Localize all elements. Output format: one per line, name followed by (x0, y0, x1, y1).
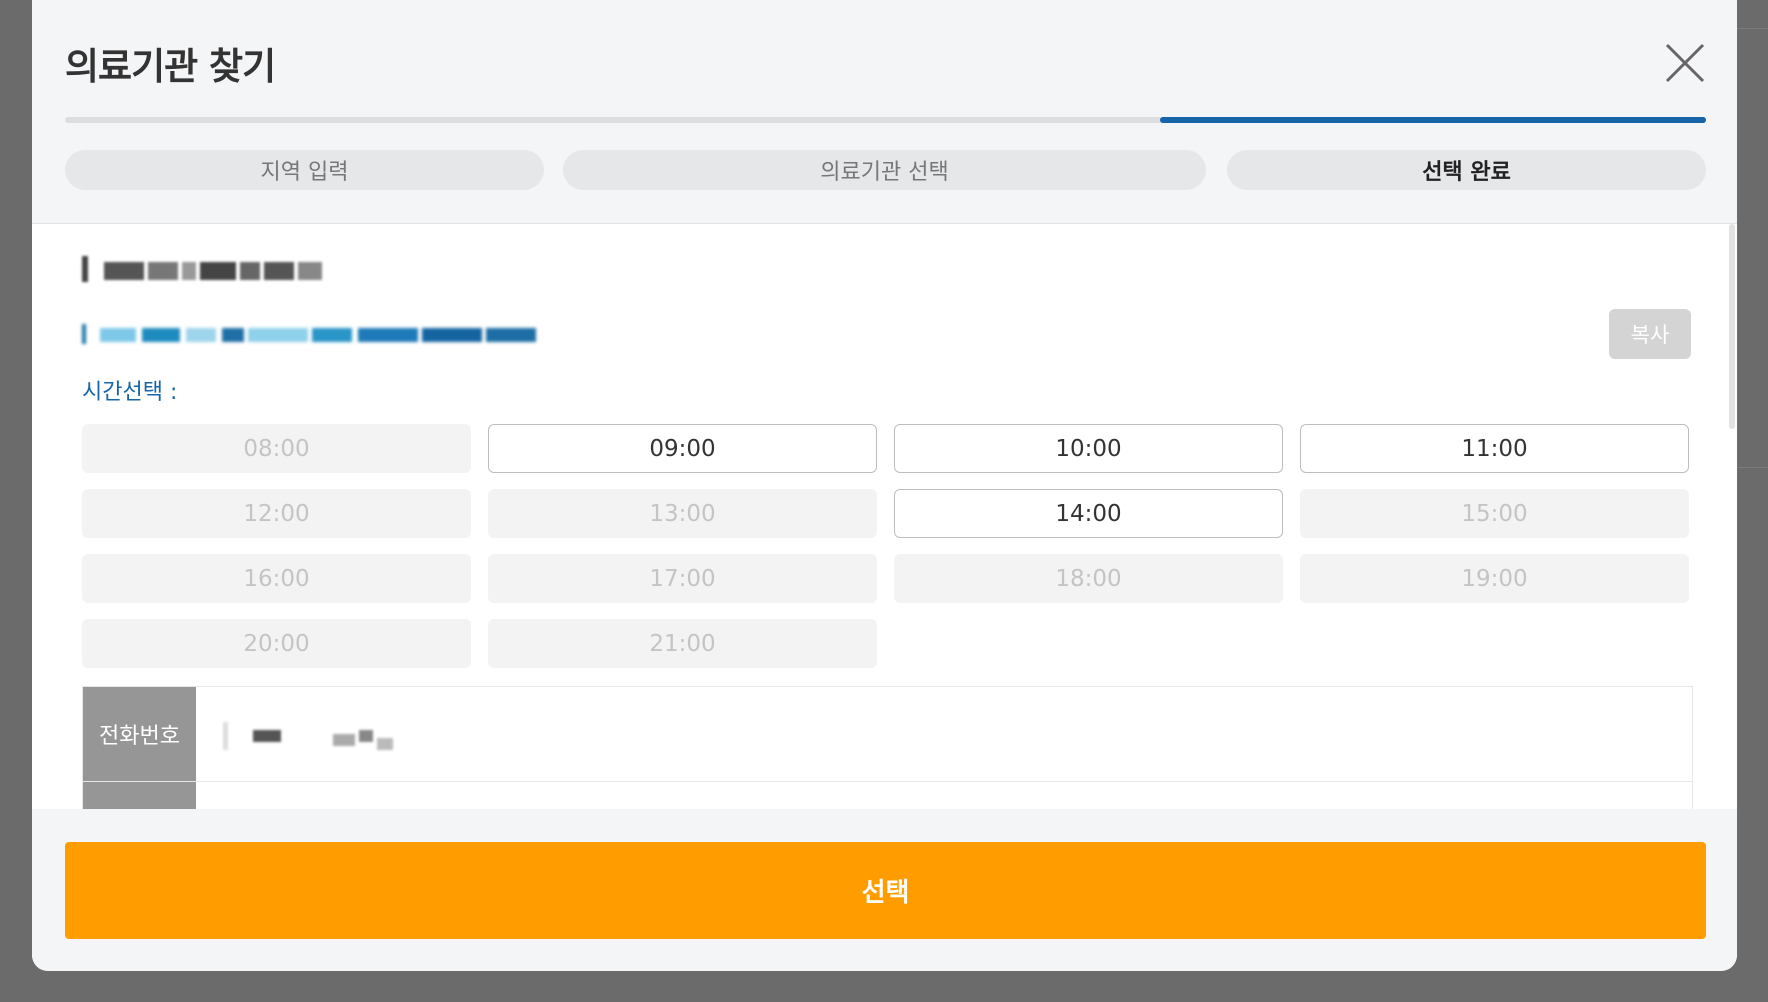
time-slot-2000: 20:00 (82, 619, 471, 668)
time-slot-1200: 12:00 (82, 489, 471, 538)
info-row-label (83, 782, 196, 809)
time-select-label: 시간선택 : (82, 380, 178, 405)
time-slot-1100[interactable]: 11:00 (1300, 424, 1689, 473)
close-button[interactable] (1660, 38, 1710, 88)
phone-row: 전화번호 (83, 687, 1692, 782)
time-slot-1500: 15:00 (1300, 489, 1689, 538)
time-slot-1900: 19:00 (1300, 554, 1689, 603)
select-button[interactable]: 선택 (65, 842, 1706, 939)
step-selection-complete: 선택 완료 (1227, 150, 1706, 190)
step-region-input: 지역 입력 (65, 150, 544, 190)
phone-number-redacted (223, 722, 403, 750)
modal-content[interactable]: 복사 시간선택 : 08:00 09:00 10:00 11:00 12:00 13:00… (32, 224, 1737, 809)
modal-footer: 선택 (32, 809, 1737, 971)
step-indicator: 지역 입력 의료기관 선택 선택 완료 (65, 150, 1706, 190)
time-slot-0900[interactable]: 09:00 (488, 424, 877, 473)
progress-fill (1159, 117, 1706, 123)
modal-header: 의료기관 찾기 지역 입력 의료기관 선택 선택 완료 (32, 0, 1737, 224)
hospital-address-redacted (82, 320, 562, 350)
content-scrollbar[interactable] (1729, 224, 1735, 429)
hospital-name-redacted (82, 254, 327, 288)
time-slot-1000[interactable]: 10:00 (894, 424, 1283, 473)
hospital-info-table: 전화번호 (82, 686, 1693, 809)
time-slot-0800: 08:00 (82, 424, 471, 473)
time-slot-1800: 18:00 (894, 554, 1283, 603)
progress-bar (65, 117, 1706, 123)
time-slot-1300: 13:00 (488, 489, 877, 538)
modal-title: 의료기관 찾기 (65, 45, 276, 88)
find-hospital-modal: 의료기관 찾기 지역 입력 의료기관 선택 선택 완료 복사 시간선택: 08… (32, 0, 1737, 971)
backdrop-divider (1737, 467, 1768, 468)
time-slot-1600: 16:00 (82, 554, 471, 603)
time-slot-1700: 17:00 (488, 554, 877, 603)
step-hospital-select: 의료기관 선택 (563, 150, 1206, 190)
phone-label: 전화번호 (83, 687, 196, 781)
time-slot-2100: 21:00 (488, 619, 877, 668)
info-row (83, 782, 1692, 809)
time-slot-1400[interactable]: 14:00 (894, 489, 1283, 538)
copy-address-button[interactable]: 복사 (1609, 309, 1691, 359)
close-icon (1665, 43, 1705, 83)
backdrop-divider (1737, 28, 1768, 29)
